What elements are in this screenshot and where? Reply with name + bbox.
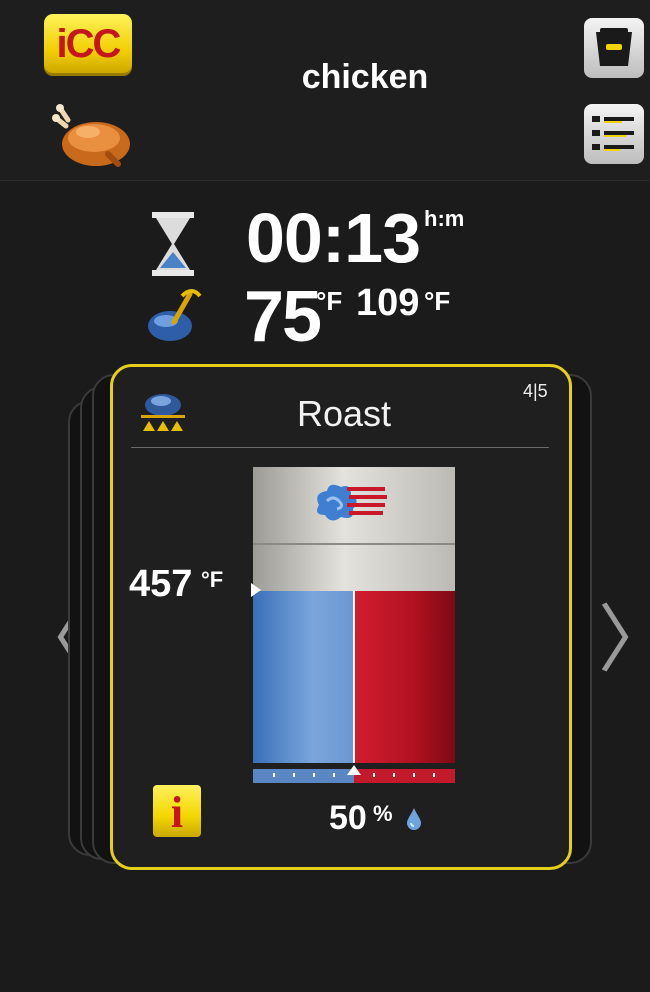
climate-humid-fill <box>355 591 455 763</box>
water-drop-icon <box>405 807 423 831</box>
cooking-step-card[interactable]: Roast 4|5 457 °F i 50 % <box>110 364 572 870</box>
scale-tick <box>333 773 335 777</box>
info-icon: i <box>170 788 184 837</box>
next-step-arrow[interactable]: 〉 <box>598 580 650 687</box>
icc-logo-text: iCC <box>56 22 122 66</box>
basket-icon <box>596 28 632 66</box>
climate-dry-fill <box>253 591 353 763</box>
humidity-level-line[interactable] <box>353 591 355 763</box>
humidity-unit: % <box>373 801 393 826</box>
step-index: 4|5 <box>523 381 548 401</box>
program-basket-button[interactable] <box>584 18 644 78</box>
list-icon <box>592 116 634 151</box>
scale-tick <box>273 773 275 777</box>
hourglass-icon <box>150 210 196 278</box>
humidity-value[interactable]: 50 <box>329 799 367 838</box>
core-temperature: 75 <box>244 277 322 357</box>
scale-tick <box>313 773 315 777</box>
recipe-list-button[interactable] <box>584 104 644 164</box>
cabinet-temperature[interactable]: 457 <box>129 563 192 606</box>
scale-tick <box>293 773 295 777</box>
scale-tick <box>393 773 395 777</box>
roast-chicken-icon <box>50 96 132 170</box>
scale-tick <box>413 773 415 777</box>
climate-gauge-separator <box>253 543 455 545</box>
info-button[interactable]: i <box>153 785 201 837</box>
cabinet-temperature-unit: °F <box>201 567 224 592</box>
dry-humid-climate-icon <box>309 479 389 529</box>
temperature-pointer <box>251 583 261 597</box>
cooking-time-unit: h:m <box>424 206 465 231</box>
core-temperature-probe-icon <box>144 284 204 342</box>
target-core-temperature[interactable]: 109 <box>356 282 419 325</box>
humidity-scale-marker <box>347 765 361 775</box>
scale-tick <box>433 773 435 777</box>
target-core-temperature-unit: °F <box>424 286 451 316</box>
scale-tick <box>373 773 375 777</box>
recipe-title: chicken <box>301 58 429 96</box>
card-divider <box>131 447 549 448</box>
core-temperature-unit: °F <box>316 286 343 316</box>
step-name: Roast <box>296 393 392 434</box>
icc-logo-button[interactable]: iCC <box>44 14 132 76</box>
cooking-time[interactable]: 00:13 <box>246 198 421 278</box>
